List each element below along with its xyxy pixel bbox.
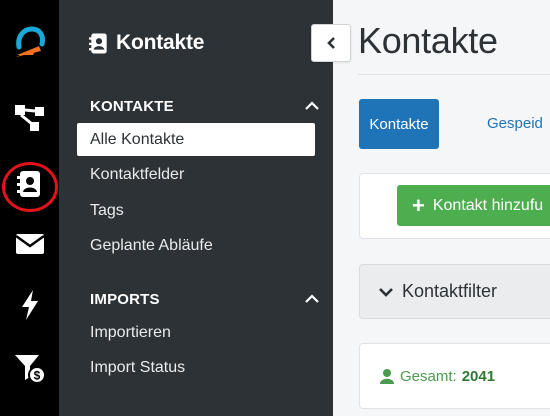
contact-book-icon <box>89 33 107 53</box>
sidebar-item-kontaktfelder[interactable]: Kontaktfelder <box>77 158 315 191</box>
tab-gespeicherte[interactable]: Gespeid <box>487 115 543 132</box>
section-label: KONTAKTE <box>90 97 174 115</box>
section-header-imports[interactable]: IMPORTS <box>90 289 320 309</box>
section-header-kontakte[interactable]: KONTAKTE <box>90 96 320 116</box>
sidebar-title: Kontakte <box>89 31 204 55</box>
sidebar-item-alle-kontakte[interactable]: Alle Kontakte <box>77 123 315 156</box>
contact-book-icon[interactable] <box>0 162 59 206</box>
sidebar-item-import-status[interactable]: Import Status <box>77 351 315 384</box>
sidebar-item-label: Geplante Abläufe <box>90 236 213 254</box>
section-label: IMPORTS <box>90 290 160 308</box>
chevron-up-icon[interactable] <box>304 294 320 304</box>
sidebar-item-label: Tags <box>90 201 124 219</box>
app-logo-icon[interactable] <box>0 22 59 66</box>
collapse-sidebar-button[interactable] <box>311 24 351 62</box>
user-icon <box>380 368 394 384</box>
stats-value: 2041 <box>461 367 496 385</box>
sidebar-item-label: Import Status <box>90 358 186 376</box>
filter-label: Kontaktfilter <box>402 281 498 301</box>
chevron-up-icon[interactable] <box>304 101 320 111</box>
filter-dollar-icon[interactable]: $ <box>0 346 59 390</box>
tab-kontakte[interactable]: Kontakte <box>359 99 439 149</box>
sidebar-item-tags[interactable]: Tags <box>77 194 315 227</box>
sidebar-item-geplante-ablaeufe[interactable]: Geplante Abläufe <box>77 229 315 262</box>
icon-rail: $ <box>0 0 59 416</box>
sidebar-item-label: Importieren <box>90 323 171 341</box>
chevron-left-icon <box>327 37 335 49</box>
sidebar-item-label: Kontaktfelder <box>90 165 185 183</box>
stats-label: Gesamt: <box>400 367 457 385</box>
add-contact-button[interactable]: + Kontakt hinzufu <box>397 185 550 226</box>
sidebar: Kontakte KONTAKTE Alle Kontakte Kontaktf… <box>59 0 333 416</box>
chevron-down-icon <box>379 287 393 297</box>
sidebar-item-label: Alle Kontakte <box>90 130 185 148</box>
page-title: Kontakte <box>358 20 498 61</box>
app-root: $ Kontakte KONTAKTE Alle Kontakte Kontak… <box>0 0 550 416</box>
stats-card: Gesamt: 2041 <box>359 343 550 409</box>
svg-text:$: $ <box>33 369 40 383</box>
divider <box>358 74 550 75</box>
lightning-icon[interactable] <box>0 283 59 327</box>
sidebar-item-importieren[interactable]: Importieren <box>77 316 315 349</box>
envelope-icon[interactable] <box>0 222 59 266</box>
sidebar-title-text: Kontakte <box>116 31 205 54</box>
contact-filter-toggle[interactable]: Kontaktfilter <box>359 264 550 319</box>
add-contact-label: Kontakt hinzufu <box>432 196 544 214</box>
workflow-icon[interactable] <box>0 96 59 140</box>
plus-icon: + <box>412 192 425 218</box>
